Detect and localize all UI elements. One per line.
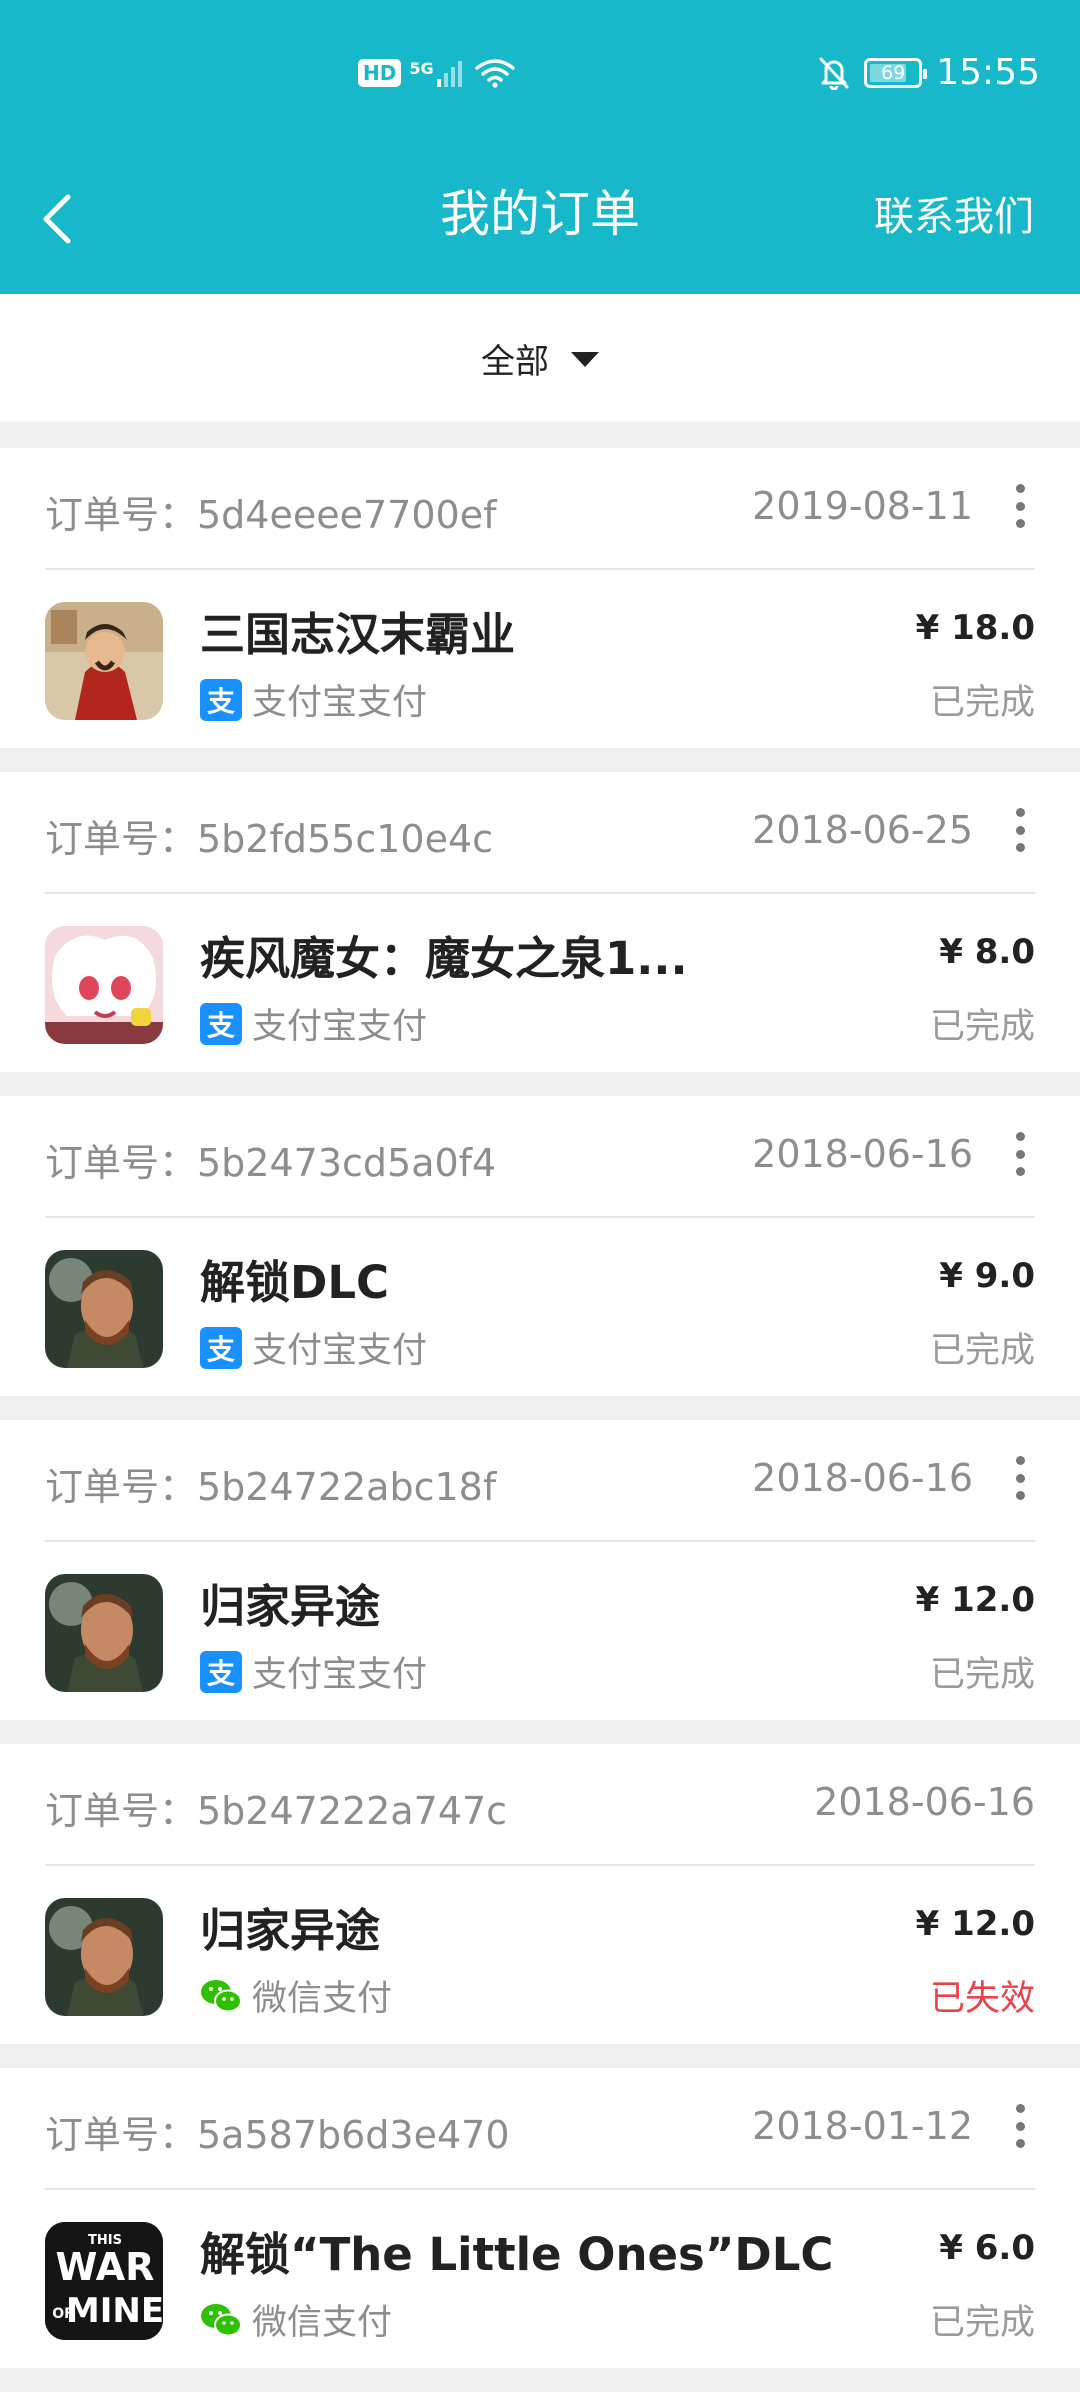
wechat-pay-icon [200,1975,242,2017]
order-price: ¥ 6.0 [939,2228,1035,2268]
payment-method: 微信支付 [200,1970,392,2021]
order-header: 订单号：5b247222a747c 2018-06-16 [45,1744,1035,1866]
order-number: 订单号：5d4eeee7700ef [45,493,497,537]
payment-label: 支付宝支付 [252,1331,428,1371]
app-header: 我的订单 联系我们 [0,160,1080,294]
order-card[interactable]: 订单号：5b24722abc18f 2018-06-16 归家异途 支 支付宝支… [0,1420,1080,1720]
filter-label: 全部 [481,341,549,382]
network-indicator: 5G [409,59,466,87]
game-title: 归家异途 [200,1904,381,1957]
payment-label: 支付宝支付 [252,1655,428,1695]
battery-level: 69 [881,61,906,84]
order-price: ¥ 9.0 [939,1256,1035,1296]
order-price: ¥ 12.0 [915,1580,1035,1620]
payment-method: 支 支付宝支付 [200,1322,427,1373]
more-vertical-icon[interactable] [1013,2104,1027,2148]
game-icon: THIS WAR OF MINE [45,2222,163,2340]
more-vertical-icon[interactable] [1013,1456,1027,1500]
svg-text:支: 支 [207,1657,235,1690]
order-number: 订单号：5b24722abc18f [45,1465,497,1509]
order-card[interactable]: 订单号：5a587b6d3e470 2018-01-12 THIS WAR OF… [0,2068,1080,2368]
order-number: 订单号：5a587b6d3e470 [45,2113,510,2157]
status-bar: HD 5G 69 15:55 [0,0,1080,160]
payment-method: 支 支付宝支付 [200,998,427,1049]
alipay-icon: 支 [200,1650,242,1693]
order-number: 订单号：5b2473cd5a0f4 [45,1141,497,1185]
order-status: 已失效 [929,1979,1035,2019]
order-date: 2018-06-16 [814,1780,1035,1824]
more-vertical-icon[interactable] [1013,1132,1027,1176]
game-title: 三国志汉末霸业 [200,608,516,661]
order-header: 订单号：5a587b6d3e470 2018-01-12 [45,2068,1035,2190]
order-status: 已完成 [929,1331,1035,1371]
order-filter-dropdown[interactable]: 全部 [0,294,1080,422]
payment-label: 微信支付 [252,2303,393,2343]
order-status: 已完成 [929,2303,1035,2343]
order-header: 订单号：5b24722abc18f 2018-06-16 [45,1420,1035,1542]
order-date: 2018-01-12 [752,2104,973,2148]
signal-icon [436,61,462,87]
battery-icon: 69 [864,57,928,88]
order-price: ¥ 18.0 [915,608,1035,648]
icon-text-mine: MINE [66,2291,163,2331]
order-status: 已完成 [929,683,1035,723]
svg-text:支: 支 [207,1009,235,1042]
status-time: 15:55 [936,52,1040,93]
order-status: 已完成 [929,1007,1035,1047]
order-number: 订单号：5b2fd55c10e4c [45,817,494,861]
game-title: 解锁“The Little Ones”DLC [200,2228,834,2281]
icon-text-war: WAR [56,2245,155,2289]
game-icon [45,602,163,720]
game-title: 疾风魔女：魔女之泉1... [200,932,688,985]
order-card[interactable]: 订单号：5b247222a747c 2018-06-16 归家异途 微信支付 ¥… [0,1744,1080,2044]
game-icon [45,926,163,1044]
alipay-icon: 支 [200,1326,242,1369]
order-list: 订单号：5d4eeee7700ef 2019-08-11 三国志汉末霸业 支 支… [0,448,1080,2392]
payment-label: 支付宝支付 [252,683,428,723]
order-header: 订单号：5d4eeee7700ef 2019-08-11 [45,448,1035,570]
alipay-icon: 支 [200,678,242,721]
order-price: ¥ 8.0 [939,932,1035,972]
order-date: 2018-06-25 [752,808,973,852]
network-type-label: 5G [409,59,434,78]
payment-method: 微信支付 [200,2294,392,2345]
hd-icon: HD [358,59,402,87]
svg-text:支: 支 [207,685,235,718]
game-title: 解锁DLC [200,1256,390,1309]
order-header: 订单号：5b2473cd5a0f4 2018-06-16 [45,1096,1035,1218]
more-vertical-icon[interactable] [1013,484,1027,528]
contact-us-button[interactable]: 联系我们 [874,184,1034,242]
order-header: 订单号：5b2fd55c10e4c 2018-06-25 [45,772,1035,894]
alipay-icon: 支 [200,1002,242,1045]
game-icon [45,1898,163,2016]
order-card[interactable]: 订单号：5b2fd55c10e4c 2018-06-25 疾风魔女：魔女之泉1.… [0,772,1080,1072]
payment-method: 支 支付宝支付 [200,674,427,725]
order-card[interactable]: 订单号：5d4eeee7700ef 2019-08-11 三国志汉末霸业 支 支… [0,448,1080,748]
bell-off-icon [819,57,849,90]
order-status: 已完成 [929,1655,1035,1695]
game-title: 归家异途 [200,1580,381,1633]
order-date: 2018-06-16 [752,1456,973,1500]
order-card[interactable]: 订单号：5b2473cd5a0f4 2018-06-16 解锁DLC 支 支付宝… [0,1096,1080,1396]
wechat-pay-icon [200,2299,242,2341]
status-right: 69 15:55 [818,52,1040,93]
order-date: 2018-06-16 [752,1132,973,1176]
order-number: 订单号：5b247222a747c [45,1789,508,1833]
game-icon [45,1250,163,1368]
caret-down-icon [571,351,599,367]
payment-method: 支 支付宝支付 [200,1646,427,1697]
more-vertical-icon[interactable] [1013,808,1027,852]
order-price: ¥ 12.0 [915,1904,1035,1944]
payment-label: 微信支付 [252,1979,393,2019]
wifi-icon [474,59,515,88]
svg-text:支: 支 [207,1333,235,1366]
game-icon [45,1574,163,1692]
payment-label: 支付宝支付 [252,1007,428,1047]
status-indicators: HD 5G [358,58,515,88]
order-date: 2019-08-11 [752,484,973,528]
